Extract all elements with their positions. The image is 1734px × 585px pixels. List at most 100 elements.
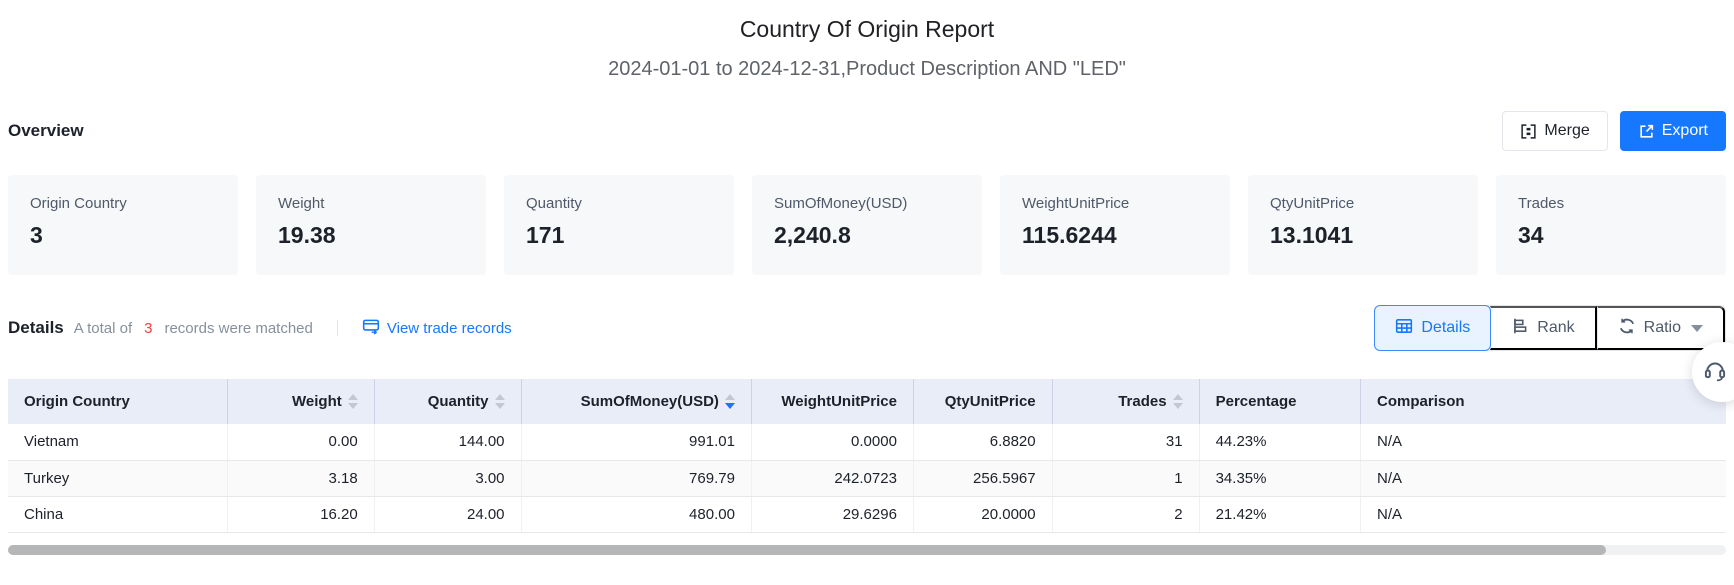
export-button[interactable]: Export <box>1620 111 1726 151</box>
export-button-label: Export <box>1662 122 1708 140</box>
cell-qtyunitprice: 20.0000 <box>913 496 1052 532</box>
stat-card-label: Quantity <box>526 195 712 212</box>
cell-origin-country: Turkey <box>8 460 228 496</box>
matched-count: 3 <box>142 320 154 337</box>
column-header-trades[interactable]: Trades <box>1052 379 1199 424</box>
stat-card-trades: Trades34 <box>1496 175 1726 275</box>
column-header-qtyunitprice: QtyUnitPrice <box>913 379 1052 424</box>
sort-icon[interactable] <box>725 394 735 409</box>
stat-card-value: 115.6244 <box>1022 222 1208 249</box>
cell-weightunitprice: 242.0723 <box>751 460 913 496</box>
column-header-label: Trades <box>1118 393 1166 410</box>
view-tab-label: Rank <box>1537 319 1574 337</box>
cell-percentage: 21.42% <box>1199 496 1360 532</box>
summary-suffix: records were matched <box>164 320 312 337</box>
overview-stat-cards: Origin Country 3 Weight 19.38 Quantity171Sum… <box>8 175 1726 275</box>
stat-card-weightunitprice: WeightUnitPrice 115.6244 <box>1000 175 1230 275</box>
details-summary: Details A total of 3 records were matche… <box>8 317 512 339</box>
column-header-label: Quantity <box>428 393 489 410</box>
column-header-label: WeightUnitPrice <box>781 393 897 410</box>
column-header-quantity[interactable]: Quantity <box>374 379 521 424</box>
stat-card-value: 19.38 <box>278 222 464 249</box>
table-body: Vietnam0.00144.00991.010.00006.88203144.… <box>8 424 1726 532</box>
cell-comparison: N/A <box>1361 460 1726 496</box>
sort-icon[interactable] <box>1173 394 1183 409</box>
cell-sumofmoney-usd: 769.79 <box>521 460 751 496</box>
view-tab-details[interactable]: Details <box>1374 305 1491 351</box>
column-header-label: Percentage <box>1216 393 1297 410</box>
cell-quantity: 144.00 <box>374 424 521 460</box>
merge-button[interactable]: Merge <box>1502 111 1607 151</box>
cell-weight: 3.18 <box>228 460 374 496</box>
stat-card-origin-country: Origin Country 3 <box>8 175 238 275</box>
column-header-label: SumOfMoney(USD) <box>581 393 719 410</box>
column-header-percentage: Percentage <box>1199 379 1360 424</box>
stat-card-quantity: Quantity171 <box>504 175 734 275</box>
view-tab-label: Ratio <box>1644 319 1681 337</box>
cell-weight: 0.00 <box>228 424 374 460</box>
table-header-row: Origin Country Weight Quantity SumOfMoney(U… <box>8 379 1726 424</box>
cell-trades: 31 <box>1052 424 1199 460</box>
summary-prefix: A total of <box>74 320 132 337</box>
ratio-icon <box>1618 317 1636 340</box>
details-table-wrap: Origin Country Weight Quantity SumOfMoney(U… <box>8 379 1726 533</box>
stat-card-label: Origin Country <box>30 195 216 212</box>
view-trade-records-link[interactable]: View trade records <box>362 317 512 339</box>
headset-icon <box>1702 357 1728 388</box>
cell-qtyunitprice: 6.8820 <box>913 424 1052 460</box>
column-header-comparison: Comparison <box>1361 379 1726 424</box>
cell-comparison: N/A <box>1361 496 1726 532</box>
cell-weight: 16.20 <box>228 496 374 532</box>
table-icon <box>1395 317 1413 340</box>
details-heading: Details <box>8 318 64 338</box>
merge-cells-icon <box>1520 123 1537 140</box>
details-table: Origin Country Weight Quantity SumOfMoney(U… <box>8 379 1726 533</box>
divider <box>337 320 338 336</box>
column-header-label: Weight <box>292 393 342 410</box>
page-subtitle: 2024-01-01 to 2024-12-31,Product Descrip… <box>0 58 1734 81</box>
table-row-china: China16.2024.00480.0029.629620.0000221.4… <box>8 496 1726 532</box>
horizontal-scrollbar-thumb[interactable] <box>8 545 1606 555</box>
country-of-origin-report-page: Country Of Origin Report 2024-01-01 to 2… <box>0 0 1734 585</box>
cell-weightunitprice: 0.0000 <box>751 424 913 460</box>
view-tab-rank[interactable]: Rank <box>1490 306 1596 350</box>
stat-card-value: 34 <box>1518 222 1704 249</box>
details-bar: Details A total of 3 records were matche… <box>8 305 1726 351</box>
column-header-label: Origin Country <box>24 393 130 410</box>
cell-sumofmoney-usd: 991.01 <box>521 424 751 460</box>
sort-icon[interactable] <box>495 394 505 409</box>
table-row-vietnam: Vietnam0.00144.00991.010.00006.88203144.… <box>8 424 1726 460</box>
stat-card-value: 2,240.8 <box>774 222 960 249</box>
cell-percentage: 34.35% <box>1199 460 1360 496</box>
horizontal-scrollbar-track[interactable] <box>8 545 1726 555</box>
view-tab-ratio[interactable]: Ratio <box>1597 306 1725 350</box>
cell-trades: 2 <box>1052 496 1199 532</box>
sort-icon[interactable] <box>348 394 358 409</box>
stat-card-value: 3 <box>30 222 216 249</box>
table-row-turkey: Turkey3.183.00769.79242.0723256.5967134.… <box>8 460 1726 496</box>
stat-card-sumofmoney-usd: SumOfMoney(USD)2,240.8 <box>752 175 982 275</box>
stat-card-qtyunitprice: QtyUnitPrice13.1041 <box>1248 175 1478 275</box>
rank-icon <box>1511 317 1529 340</box>
stat-card-label: Weight <box>278 195 464 212</box>
cell-weightunitprice: 29.6296 <box>751 496 913 532</box>
overview-heading: Overview <box>8 121 84 141</box>
column-header-sumofmoney-usd[interactable]: SumOfMoney(USD) <box>521 379 751 424</box>
merge-button-label: Merge <box>1544 122 1589 140</box>
column-header-weight[interactable]: Weight <box>228 379 374 424</box>
view-tab-label: Details <box>1421 319 1470 337</box>
cell-origin-country: Vietnam <box>8 424 228 460</box>
overview-bar: Overview Merge Export <box>8 111 1726 151</box>
view-mode-switcher: Details Rank Ratio <box>1374 305 1726 351</box>
trade-records-icon <box>362 317 380 339</box>
cell-trades: 1 <box>1052 460 1199 496</box>
stat-card-value: 13.1041 <box>1270 222 1456 249</box>
cell-quantity: 3.00 <box>374 460 521 496</box>
export-icon <box>1638 123 1655 140</box>
cell-percentage: 44.23% <box>1199 424 1360 460</box>
stat-card-label: WeightUnitPrice <box>1022 195 1208 212</box>
view-trade-records-label: View trade records <box>387 320 512 337</box>
column-header-weightunitprice: WeightUnitPrice <box>751 379 913 424</box>
column-header-label: Comparison <box>1377 393 1465 410</box>
column-header-label: QtyUnitPrice <box>945 393 1036 410</box>
